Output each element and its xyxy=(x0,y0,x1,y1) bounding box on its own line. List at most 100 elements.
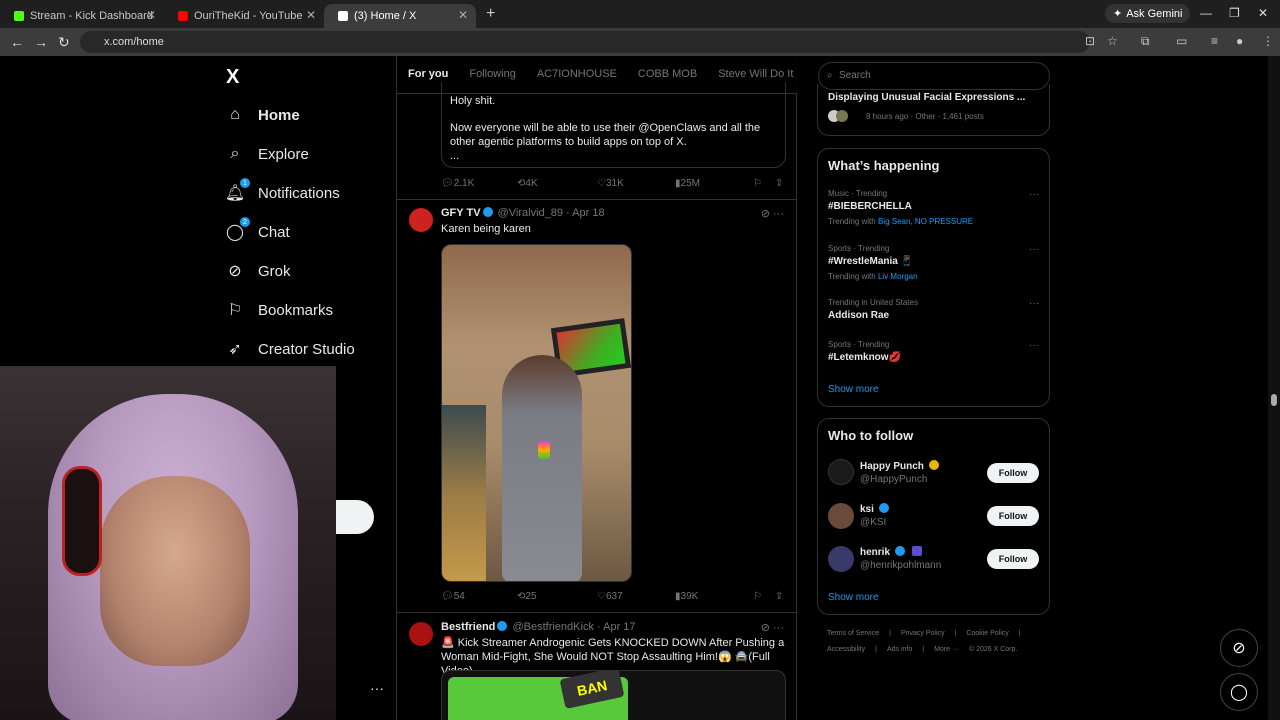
post-video[interactable] xyxy=(441,244,632,582)
trend-more-icon[interactable]: ··· xyxy=(1029,298,1039,309)
trend-with-link[interactable]: Big Sean, NO PRESSURE xyxy=(878,217,973,226)
ask-gemini-button[interactable]: ✦ Ask Gemini xyxy=(1105,4,1191,23)
views-button[interactable]: ▮ 25M xyxy=(675,178,700,189)
reply-button[interactable]: 💬︎ 54 xyxy=(441,591,465,602)
show-more-link[interactable]: Show more xyxy=(828,384,879,395)
cookie-link[interactable]: Cookie Policy xyxy=(966,630,1008,637)
nav-bookmarks[interactable]: ⚐ Bookmarks xyxy=(226,301,333,320)
user-name[interactable]: henrik xyxy=(860,546,924,558)
sidepanel-icon[interactable]: ▭ xyxy=(1176,34,1187,48)
reply-button[interactable]: 💬︎ 2.1K xyxy=(441,178,474,189)
browser-tab-x[interactable]: (3) Home / X ✕ xyxy=(324,4,476,28)
verified-icon xyxy=(497,621,508,631)
nav-explore[interactable]: ⌕ Explore xyxy=(226,145,309,163)
back-icon[interactable]: ← xyxy=(10,34,24,50)
close-icon[interactable]: ✕ xyxy=(146,8,156,22)
nav-notifications[interactable]: 🔔︎ 1 Notifications xyxy=(225,178,340,202)
repost-button[interactable]: ⟲ 25 xyxy=(517,591,537,602)
scroll-thumb[interactable] xyxy=(1271,394,1277,406)
restore-icon[interactable]: ❐ xyxy=(1229,6,1240,20)
post-button[interactable] xyxy=(336,500,374,534)
browser-tab-kick[interactable]: Stream - Kick Dashboard ✕ xyxy=(0,4,164,28)
user-handle[interactable]: @KSI xyxy=(860,517,886,528)
forward-icon[interactable]: → xyxy=(34,34,48,50)
author-name[interactable]: Bestfriend xyxy=(441,621,495,633)
browser-tab-youtube[interactable]: OuriTheKid - YouTube ✕ xyxy=(164,4,324,28)
trend-name[interactable]: #Letemknow💋 xyxy=(828,352,901,363)
repost-button[interactable]: ⟲ 4K xyxy=(517,178,538,189)
nav-creator-studio[interactable]: ➶ Creator Studio xyxy=(226,340,354,359)
trend-more-icon[interactable]: ··· xyxy=(1029,340,1039,351)
follow-button[interactable]: Follow xyxy=(987,463,1039,483)
more-link[interactable]: More ··· xyxy=(934,646,959,653)
show-more-link[interactable]: Show more xyxy=(828,592,879,603)
x-logo[interactable]: X xyxy=(226,66,239,89)
grok-fab[interactable]: ⊘ xyxy=(1220,629,1258,667)
share-icon[interactable]: ⇪ xyxy=(775,591,783,602)
news-card[interactable]: Displaying Unusual Facial Expressions ..… xyxy=(817,84,1050,136)
nav-chat[interactable]: ◯ 2 Chat xyxy=(226,217,290,241)
post-more-icon[interactable]: ⊘ ··· xyxy=(761,621,784,634)
avatar[interactable] xyxy=(828,503,854,529)
close-icon[interactable]: ✕ xyxy=(458,8,468,22)
post-image[interactable]: BAN xyxy=(441,670,786,720)
post-date[interactable]: · Apr 18 xyxy=(566,207,605,219)
chat-fab[interactable]: ◯ xyxy=(1220,673,1258,711)
terms-link[interactable]: Terms of Service xyxy=(827,630,879,637)
gemini-label: Ask Gemini xyxy=(1126,7,1183,20)
user-name[interactable]: Happy Punch xyxy=(860,460,941,472)
views-button[interactable]: ▮ 39K xyxy=(675,591,698,602)
menu-icon[interactable]: ⋮ xyxy=(1262,34,1274,48)
user-handle[interactable]: @HappyPunch xyxy=(860,474,927,485)
user-handle[interactable]: @henrikpohlmann xyxy=(860,560,941,571)
share-icon[interactable]: ⇪ xyxy=(775,178,783,189)
reload-icon[interactable]: ↻ xyxy=(58,34,70,51)
post-date[interactable]: · Apr 17 xyxy=(597,621,636,633)
trend-more-icon[interactable]: ··· xyxy=(1029,189,1039,200)
trend-name[interactable]: Addison Rae xyxy=(828,310,889,321)
privacy-link[interactable]: Privacy Policy xyxy=(901,630,945,637)
quoted-post[interactable]: Holy shit. Now everyone will be able to … xyxy=(441,82,786,168)
whats-happening-card: What’s happening Music · Trending #BIEBE… xyxy=(817,148,1050,407)
star-icon[interactable]: ☆ xyxy=(1107,34,1118,48)
author-handle[interactable]: @Viralvid_89 xyxy=(498,207,563,219)
author-handle[interactable]: @BestfriendKick xyxy=(512,621,593,633)
url-field[interactable]: x.com/home xyxy=(80,31,1090,53)
accessibility-link[interactable]: Accessibility xyxy=(827,646,865,653)
close-icon[interactable]: ✕ xyxy=(306,8,316,22)
account-more-icon[interactable]: ··· xyxy=(370,680,384,696)
bookmark-icon[interactable]: ⚐ xyxy=(753,591,762,602)
media-icon[interactable]: ≡ xyxy=(1211,34,1218,48)
ads-info-link[interactable]: Ads info xyxy=(887,646,912,653)
bookmark-icon[interactable]: ⚐ xyxy=(753,178,762,189)
author-name[interactable]: GFY TV xyxy=(441,207,481,219)
trend-name[interactable]: #WrestleMania 📱 xyxy=(828,256,913,267)
like-button[interactable]: ♡ 637 xyxy=(597,591,623,602)
trend-with-link[interactable]: Liv Morgan xyxy=(878,272,918,281)
extensions-icon[interactable]: ⧉ xyxy=(1141,34,1150,49)
follow-button[interactable]: Follow xyxy=(987,549,1039,569)
avatar[interactable] xyxy=(828,546,854,572)
new-tab-button[interactable]: + xyxy=(486,5,495,23)
trend-name[interactable]: #BIEBERCHELLA xyxy=(828,201,912,212)
profile-avatar[interactable]: ● xyxy=(1236,34,1243,48)
avatar[interactable] xyxy=(409,208,433,232)
trend-more-icon[interactable]: ··· xyxy=(1029,244,1039,255)
search-icon: ⌕ xyxy=(230,145,240,162)
avatar[interactable] xyxy=(828,459,854,485)
nav-grok[interactable]: ⊘ Grok xyxy=(226,262,290,281)
install-icon[interactable]: ⊡ xyxy=(1085,34,1095,48)
avatar[interactable] xyxy=(409,622,433,646)
minimize-icon[interactable]: — xyxy=(1200,6,1212,20)
post-more-icon[interactable]: ⊘ ··· xyxy=(761,207,784,220)
news-title: Displaying Unusual Facial Expressions ..… xyxy=(828,92,1026,103)
like-button[interactable]: ♡ 31K xyxy=(597,178,624,189)
user-name[interactable]: ksi xyxy=(860,503,891,515)
nav-home[interactable]: ⌂ Home xyxy=(226,106,300,124)
follow-button[interactable]: Follow xyxy=(987,506,1039,526)
user-name-text: henrik xyxy=(860,547,891,558)
close-window-icon[interactable]: ✕ xyxy=(1258,6,1268,20)
scrollbar[interactable] xyxy=(1268,56,1280,720)
x-page: X ⌂ Home ⌕ Explore 🔔︎ 1 Notifications ◯ 2 Chat… xyxy=(0,56,1280,720)
nav-label: Chat xyxy=(258,223,290,241)
